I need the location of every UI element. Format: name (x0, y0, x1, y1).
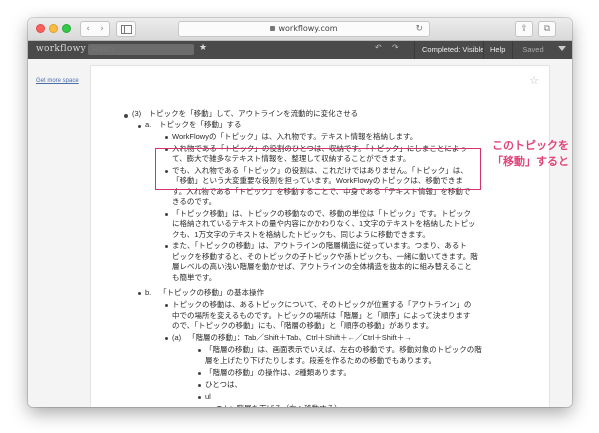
reload-icon[interactable]: ↻ (415, 22, 423, 36)
bullet[interactable] (165, 304, 168, 307)
outline-item-text[interactable]: 「階層の移動」の操作は、2種類あります。 (205, 368, 351, 379)
outline-item-text[interactable]: も簡単です。 (172, 273, 216, 284)
lock-icon (270, 26, 276, 31)
outline-item-text[interactable]: ul (205, 392, 211, 403)
sidebar-toggle-button[interactable] (116, 21, 136, 37)
tabs-icon: ⧉ (543, 24, 551, 34)
outline-item-text[interactable]: 「階層の移動」は、画面表示でいえば、左右の移動です。移動対象のトピックの階 (205, 345, 482, 356)
outline-item-text[interactable]: に格納されているテキストの量や内容にかかわりなく、1文字のテキストを格納したトピ… (172, 219, 476, 230)
outline-item-text[interactable]: ひとつは、 (205, 380, 242, 391)
main-content: Get more space ☆ (3) トピックを「移動」して、アウトラインを… (28, 59, 572, 407)
outline-item-a2[interactable]: 「階層の移動」：Tab／Shift＋Tab、Ctrl＋Shift＋←／Ctrl＋… (188, 333, 412, 344)
outline-item-label[interactable]: b. (145, 288, 151, 299)
outline-item-a[interactable]: トピックを「移動」する (159, 120, 242, 131)
bullet[interactable] (198, 349, 201, 352)
bullet[interactable] (165, 245, 168, 248)
forward-button[interactable]: › (95, 21, 110, 37)
bullet[interactable] (198, 371, 201, 375)
outline-item-text[interactable]: また、「トピックの移動」は、アウトラインの階層構造に従っています。つまり、あるト (172, 241, 467, 252)
address-bar[interactable]: workflowy.com ↻ (178, 21, 430, 37)
get-more-space-link[interactable]: Get more space (36, 78, 79, 84)
sidebar-icon (121, 25, 132, 34)
callout-line-1: このトピックを (492, 139, 569, 152)
outline-item-label[interactable]: a. (145, 120, 151, 131)
outline-item-label[interactable]: (a) (172, 333, 181, 344)
help-button[interactable]: Help (483, 41, 511, 59)
bullet[interactable] (138, 125, 141, 128)
outline-item-text[interactable]: トピックの移動は、あるトピックについて、そのトピックが位置する「アウトライン」の (172, 300, 471, 311)
back-button[interactable]: ‹ (80, 21, 96, 37)
workflowy-logo[interactable]: workflowy (36, 44, 86, 54)
outline-item-text[interactable]: 層を上げたり下げたりします。段差を作るための移動でもあります。 (205, 356, 436, 367)
share-icon: ⇪ (520, 24, 528, 34)
star-icon[interactable]: ★ (199, 43, 207, 53)
bullet[interactable] (124, 114, 128, 118)
workflowy-header: workflowy ★ ↶ ↷ Completed: Visible Help … (28, 41, 572, 59)
callout-text: このトピックを 「移動」すると (492, 138, 569, 170)
minimize-window-button[interactable] (49, 24, 58, 33)
completed-toggle[interactable]: Completed: Visible (414, 41, 491, 59)
chevron-left-icon: ‹ (86, 24, 90, 34)
share-button[interactable]: ⇪ (515, 21, 533, 37)
saved-status: Saved (512, 41, 553, 59)
bullet[interactable] (165, 136, 168, 139)
outline-item-text[interactable]: WorkFlowyの「トピック」は、入れ物です。テキスト情報を格納します。 (172, 132, 417, 143)
callout-line-2: 「移動」すると (492, 155, 569, 168)
menu-dropdown-icon[interactable] (558, 46, 566, 51)
bullet[interactable] (165, 212, 168, 216)
outline-item-text[interactable]: 「トピック移動」は、トピックの移動なので、移動の単位は「トピック」です。トピック (172, 209, 471, 220)
close-window-button[interactable] (36, 24, 45, 33)
bullet[interactable] (198, 395, 201, 399)
undo-icon[interactable]: ↶ (375, 43, 382, 52)
outline-item-text[interactable]: きるのです。 (172, 197, 216, 208)
search-input[interactable] (88, 44, 194, 55)
outline-item-text[interactable]: 中での場所を変えるものです。トピックの場所は「階層」と「順序」によって決まります (172, 311, 470, 322)
outline-item-b[interactable]: 「トピックの移動」の基本操作 (159, 288, 264, 299)
bullet[interactable] (165, 337, 168, 340)
show-tabs-button[interactable]: ⧉ (538, 21, 556, 37)
outline-item-tab[interactable]: Tab：階層を下げる（右へ移動する） (217, 404, 342, 408)
outline-item-text[interactable]: 層レベルの高い浅い階層を動かせば、アウトラインの全体構造を抜本的に組み替えること (172, 262, 472, 273)
outline-item-text[interactable]: クも、1万文字のテキストを格納したトピックも、同じように移動できます。 (172, 230, 430, 241)
outline-item-text[interactable]: ピックを移動すると、そのトピックの子トピックや孫トピックも、一緒に動いてきます。… (172, 252, 478, 263)
browser-toolbar: ‹ › workflowy.com ↻ ⇪ ⧉ (28, 18, 572, 41)
redo-icon[interactable]: ↷ (392, 43, 399, 52)
outline-item-root[interactable]: (3) トピックを「移動」して、アウトラインを流動的に変化させる (132, 109, 358, 120)
zoom-window-button[interactable] (62, 24, 71, 33)
bullet[interactable] (198, 383, 201, 387)
chevron-right-icon: › (100, 24, 104, 34)
bullet[interactable] (138, 292, 141, 295)
star-outline-icon[interactable]: ☆ (529, 74, 539, 87)
outline-item-text[interactable]: ので、「トピックの移動」にも、「階層の移動」と「順序の移動」があります。 (172, 321, 433, 332)
browser-window: ‹ › workflowy.com ↻ ⇪ ⧉ workflowy ★ ↶ ↷ … (28, 18, 572, 407)
highlight-box (155, 148, 481, 190)
url-text: workflowy.com (278, 24, 338, 33)
